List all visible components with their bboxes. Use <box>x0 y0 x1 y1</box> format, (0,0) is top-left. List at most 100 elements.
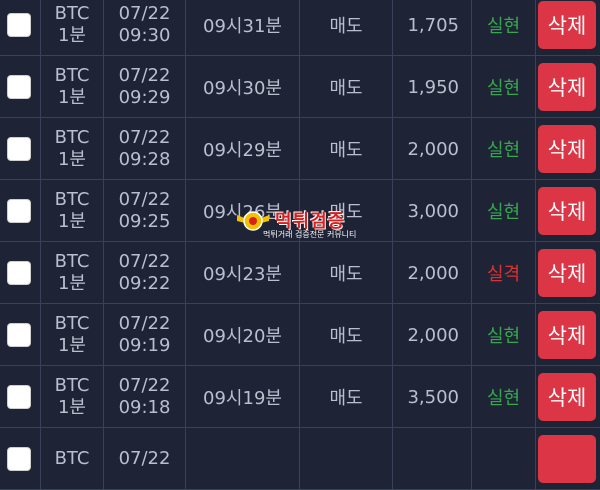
round-text: 09시29분 <box>203 140 282 161</box>
delete-button[interactable]: 삭제 <box>538 1 596 49</box>
amount-cell: 2,000 <box>393 118 472 180</box>
symbol-cell: BTC 1분 <box>41 56 104 118</box>
action-cell <box>536 428 600 490</box>
delete-button[interactable]: 삭제 <box>538 187 596 235</box>
status-cell: 실격 <box>472 242 536 304</box>
action-cell: 삭제 <box>536 118 600 180</box>
interval-text: 1분 <box>57 25 86 46</box>
datetime-cell: 07/22 09:29 <box>104 56 186 118</box>
datetime-cell: 07/22 09:18 <box>104 366 186 428</box>
side-text: 매도 <box>329 16 363 37</box>
side-text: 매도 <box>329 78 363 99</box>
delete-button[interactable]: 삭제 <box>538 311 596 359</box>
round-cell: 09시19분 <box>186 366 300 428</box>
datetime-cell: 07/22 09:28 <box>104 118 186 180</box>
action-cell: 삭제 <box>536 242 600 304</box>
side-cell: 매도 <box>300 366 393 428</box>
row-checkbox[interactable] <box>7 261 31 285</box>
status-text: 실현 <box>486 140 521 161</box>
symbol-text: BTC <box>54 65 90 86</box>
select-cell <box>0 0 41 56</box>
status-cell: 실현 <box>472 366 536 428</box>
delete-button[interactable]: 삭제 <box>538 63 596 111</box>
table-row: BTC 1분 07/22 09:28 09시29분 매도 2,000 실현 삭제 <box>0 118 600 180</box>
table-row: BTC 1분 07/22 09:22 09시23분 매도 2,000 실격 삭제 <box>0 242 600 304</box>
round-text: 09시23분 <box>203 264 282 285</box>
symbol-text: BTC <box>54 189 90 210</box>
select-cell <box>0 304 41 366</box>
symbol-text: BTC <box>54 3 90 24</box>
row-checkbox[interactable] <box>7 199 31 223</box>
table-row: BTC 1분 07/22 09:18 09시19분 매도 3,500 실현 삭제 <box>0 366 600 428</box>
row-checkbox[interactable] <box>7 137 31 161</box>
select-cell <box>0 428 41 490</box>
side-cell: 매도 <box>300 0 393 56</box>
side-text: 매도 <box>329 326 363 347</box>
interval-text: 1분 <box>57 87 86 108</box>
side-cell <box>300 428 393 490</box>
amount-cell <box>393 428 472 490</box>
status-text: 실현 <box>486 78 521 99</box>
time-text: 09:29 <box>118 87 171 108</box>
row-checkbox[interactable] <box>7 385 31 409</box>
date-text: 07/22 <box>118 375 171 396</box>
interval-text: 1분 <box>57 273 86 294</box>
status-text: 실격 <box>486 264 521 285</box>
date-text: 07/22 <box>118 313 171 334</box>
row-checkbox[interactable] <box>7 75 31 99</box>
amount-text: 1,950 <box>407 76 459 98</box>
side-cell: 매도 <box>300 56 393 118</box>
delete-button[interactable] <box>538 435 596 483</box>
status-cell: 실현 <box>472 56 536 118</box>
table-row: BTC 1분 07/22 09:25 09시26분 매도 3,000 실현 삭제 <box>0 180 600 242</box>
datetime-cell: 07/22 09:25 <box>104 180 186 242</box>
select-cell <box>0 118 41 180</box>
symbol-text: BTC <box>54 448 90 469</box>
delete-button[interactable]: 삭제 <box>538 125 596 173</box>
symbol-cell: BTC <box>41 428 104 490</box>
symbol-cell: BTC 1분 <box>41 118 104 180</box>
status-cell <box>472 428 536 490</box>
datetime-cell: 07/22 <box>104 428 186 490</box>
amount-cell: 3,000 <box>393 180 472 242</box>
amount-cell: 2,000 <box>393 242 472 304</box>
symbol-cell: BTC 1분 <box>41 366 104 428</box>
side-text: 매도 <box>329 202 363 223</box>
row-checkbox[interactable] <box>7 447 31 471</box>
symbol-text: BTC <box>54 313 90 334</box>
row-checkbox[interactable] <box>7 323 31 347</box>
action-cell: 삭제 <box>536 366 600 428</box>
round-cell: 09시26분 <box>186 180 300 242</box>
delete-button[interactable]: 삭제 <box>538 249 596 297</box>
row-checkbox[interactable] <box>7 13 31 37</box>
datetime-cell: 07/22 09:30 <box>104 0 186 56</box>
table-row: BTC 07/22 <box>0 428 600 490</box>
select-cell <box>0 180 41 242</box>
round-text: 09시30분 <box>203 78 282 99</box>
side-cell: 매도 <box>300 180 393 242</box>
delete-button[interactable]: 삭제 <box>538 373 596 421</box>
action-cell: 삭제 <box>536 0 600 56</box>
symbol-cell: BTC 1분 <box>41 180 104 242</box>
datetime-cell: 07/22 09:19 <box>104 304 186 366</box>
date-text: 07/22 <box>118 448 171 469</box>
amount-text: 3,000 <box>407 200 459 222</box>
date-text: 07/22 <box>118 189 171 210</box>
status-text: 실현 <box>486 326 521 347</box>
round-text: 09시26분 <box>203 202 282 223</box>
action-cell: 삭제 <box>536 180 600 242</box>
interval-text: 1분 <box>57 397 86 418</box>
symbol-cell: BTC 1분 <box>41 0 104 56</box>
table-row: BTC 1분 07/22 09:30 09시31분 매도 1,705 실현 삭제 <box>0 0 600 56</box>
round-text: 09시19분 <box>203 388 282 409</box>
round-cell: 09시30분 <box>186 56 300 118</box>
symbol-cell: BTC 1분 <box>41 242 104 304</box>
table-row: BTC 1분 07/22 09:29 09시30분 매도 1,950 실현 삭제 <box>0 56 600 118</box>
select-cell <box>0 242 41 304</box>
date-text: 07/22 <box>118 251 171 272</box>
date-text: 07/22 <box>118 65 171 86</box>
time-text: 09:30 <box>118 25 171 46</box>
symbol-text: BTC <box>54 127 90 148</box>
amount-cell: 2,000 <box>393 304 472 366</box>
interval-text: 1분 <box>57 211 86 232</box>
